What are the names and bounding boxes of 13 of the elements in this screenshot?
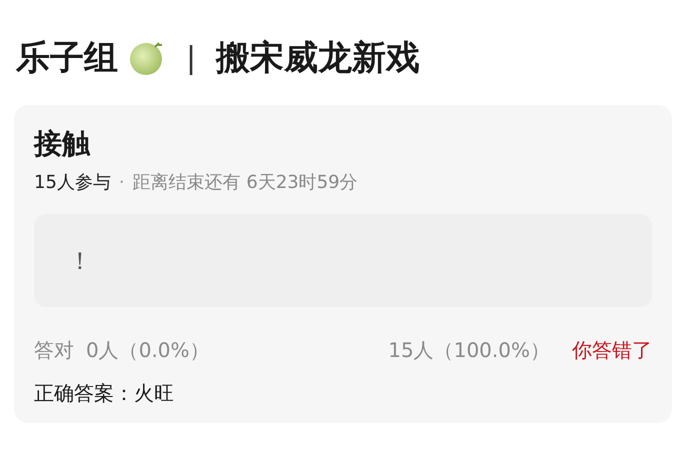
answer-text: ！ bbox=[68, 246, 92, 277]
separator-dot: · bbox=[118, 172, 125, 193]
quiz-title: 接触 bbox=[34, 126, 92, 160]
correct-label: 答对 bbox=[34, 337, 74, 364]
group-name: 乐子组 bbox=[16, 38, 118, 79]
wrong-count: 15人（100.0%） bbox=[388, 337, 550, 364]
correct-count: 0人（0.0%） bbox=[86, 337, 210, 364]
result-text: 你答错了 bbox=[572, 337, 652, 364]
correct-answer: 正确答案：火旺 bbox=[34, 380, 175, 408]
participant-count: 15人参与 bbox=[34, 171, 111, 194]
post-title: 搬宋威龙新戏 bbox=[216, 38, 420, 79]
title-separator: | bbox=[186, 40, 196, 76]
countdown: 距离结束还有 6天23时59分 bbox=[132, 171, 358, 194]
